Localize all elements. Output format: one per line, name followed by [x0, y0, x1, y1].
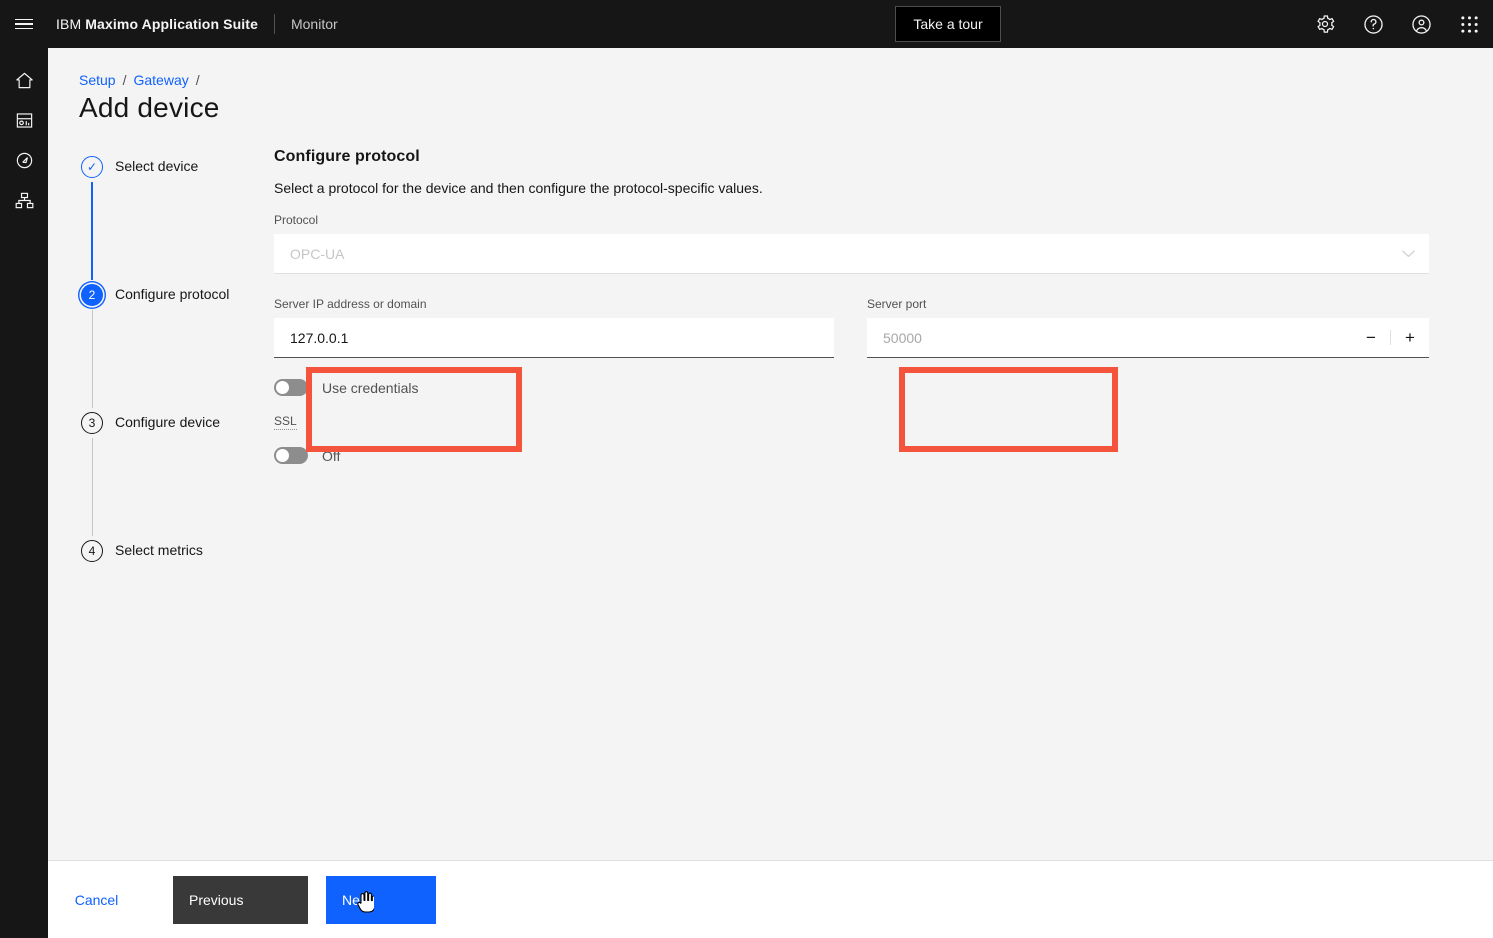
user-avatar-icon[interactable]: [1397, 0, 1445, 48]
stepper-step-select-device[interactable]: ✓ Select device: [81, 156, 281, 284]
brand-prefix: IBM: [56, 16, 82, 32]
step-connector: [91, 182, 94, 280]
use-credentials-row: Use credentials: [274, 379, 1434, 396]
cancel-button[interactable]: Cancel: [48, 876, 145, 924]
ssl-label: SSL: [274, 414, 297, 430]
ssl-toggle[interactable]: [274, 447, 308, 464]
protocol-selected-value: OPC-UA: [290, 245, 345, 262]
explore-icon[interactable]: [0, 144, 48, 176]
app-switcher-icon[interactable]: [1445, 0, 1493, 48]
chevron-down-icon: [1402, 249, 1415, 258]
protocol-label: Protocol: [274, 213, 319, 227]
home-icon[interactable]: [0, 64, 48, 96]
step-label: Configure protocol: [115, 286, 230, 302]
use-credentials-toggle[interactable]: [274, 379, 308, 396]
take-a-tour-button[interactable]: Take a tour: [895, 6, 1001, 42]
step-label: Configure device: [115, 414, 221, 430]
step-marker: 3: [81, 412, 103, 434]
configure-protocol-form: Configure protocol Select a protocol for…: [274, 148, 1434, 464]
ssl-field-group: SSL Off: [274, 412, 1434, 464]
breadcrumb-item-setup[interactable]: Setup: [79, 72, 116, 88]
use-credentials-label: Use credentials: [322, 379, 419, 396]
toggles-section: Use credentials SSL Off: [274, 379, 1434, 464]
protocol-select[interactable]: OPC-UA: [274, 234, 1429, 274]
next-button[interactable]: Next: [326, 875, 436, 924]
breadcrumb-separator: /: [122, 72, 127, 88]
step-connector: [91, 310, 94, 408]
page-title: Add device: [79, 92, 220, 123]
step-marker: ✓: [81, 156, 103, 178]
breadcrumb: Setup / Gateway /: [79, 72, 200, 88]
decrement-button[interactable]: −: [1352, 318, 1390, 358]
stepper-step-configure-protocol[interactable]: 2 Configure protocol: [81, 284, 281, 412]
toggle-knob: [276, 381, 289, 394]
server-port-input[interactable]: [867, 317, 1352, 358]
hierarchy-icon[interactable]: [0, 184, 48, 216]
stepper-step-configure-device[interactable]: 3 Configure device: [81, 412, 281, 540]
gear-icon[interactable]: [1301, 0, 1349, 48]
dashboard-icon[interactable]: [0, 104, 48, 136]
ssl-toggle-row: Off: [274, 447, 1434, 464]
previous-button[interactable]: Previous: [173, 875, 308, 924]
step-label: Select metrics: [115, 542, 203, 558]
server-port-number-input: − +: [867, 317, 1429, 358]
brand-divider: [273, 14, 275, 34]
step-connector: [91, 438, 94, 536]
header-icon-group: [1301, 0, 1493, 48]
wizard-footer: Cancel Previous Next: [48, 860, 1493, 938]
step-circle-todo: 3: [81, 412, 103, 434]
step-circle-current: 2: [81, 284, 103, 306]
brand-title: IBM Maximo Application Suite: [48, 16, 258, 32]
protocol-field-group: Protocol OPC-UA: [274, 213, 1434, 274]
server-ip-input[interactable]: [274, 318, 834, 358]
ssl-state-label: Off: [322, 447, 341, 464]
help-icon[interactable]: [1349, 0, 1397, 48]
left-nav-rail: [0, 48, 48, 938]
server-fields-row: Server IP address or domain Server port …: [274, 297, 1434, 361]
breadcrumb-item-gateway[interactable]: Gateway: [133, 72, 188, 88]
toggle-knob: [276, 449, 289, 462]
step-circle-todo: 4: [81, 540, 103, 562]
server-ip-label: Server IP address or domain: [274, 297, 427, 311]
server-port-field-group: Server port − +: [867, 297, 1429, 358]
progress-stepper: ✓ Select device 2 Configure protocol 3 C…: [81, 156, 281, 562]
form-heading: Configure protocol: [274, 148, 420, 165]
step-marker: 4: [81, 540, 103, 562]
main-content: Setup / Gateway / Add device ✓ Select de…: [48, 48, 1493, 860]
increment-button[interactable]: +: [1391, 318, 1429, 358]
app-root: IBM Maximo Application Suite Monitor Tak…: [0, 0, 1493, 938]
server-port-label: Server port: [867, 297, 927, 311]
breadcrumb-separator: /: [195, 72, 200, 88]
number-stepper-controls: − +: [1352, 318, 1429, 358]
step-circle-done: ✓: [81, 156, 103, 178]
sub-brand-label: Monitor: [290, 16, 338, 32]
brand-name: Maximo Application Suite: [85, 16, 258, 32]
hamburger-icon[interactable]: [0, 0, 48, 48]
top-header: IBM Maximo Application Suite Monitor Tak…: [0, 0, 1493, 48]
form-description: Select a protocol for the device and the…: [274, 180, 763, 196]
step-marker: 2: [81, 284, 103, 306]
server-ip-field-group: Server IP address or domain: [274, 297, 834, 358]
step-label: Select device: [115, 158, 199, 174]
